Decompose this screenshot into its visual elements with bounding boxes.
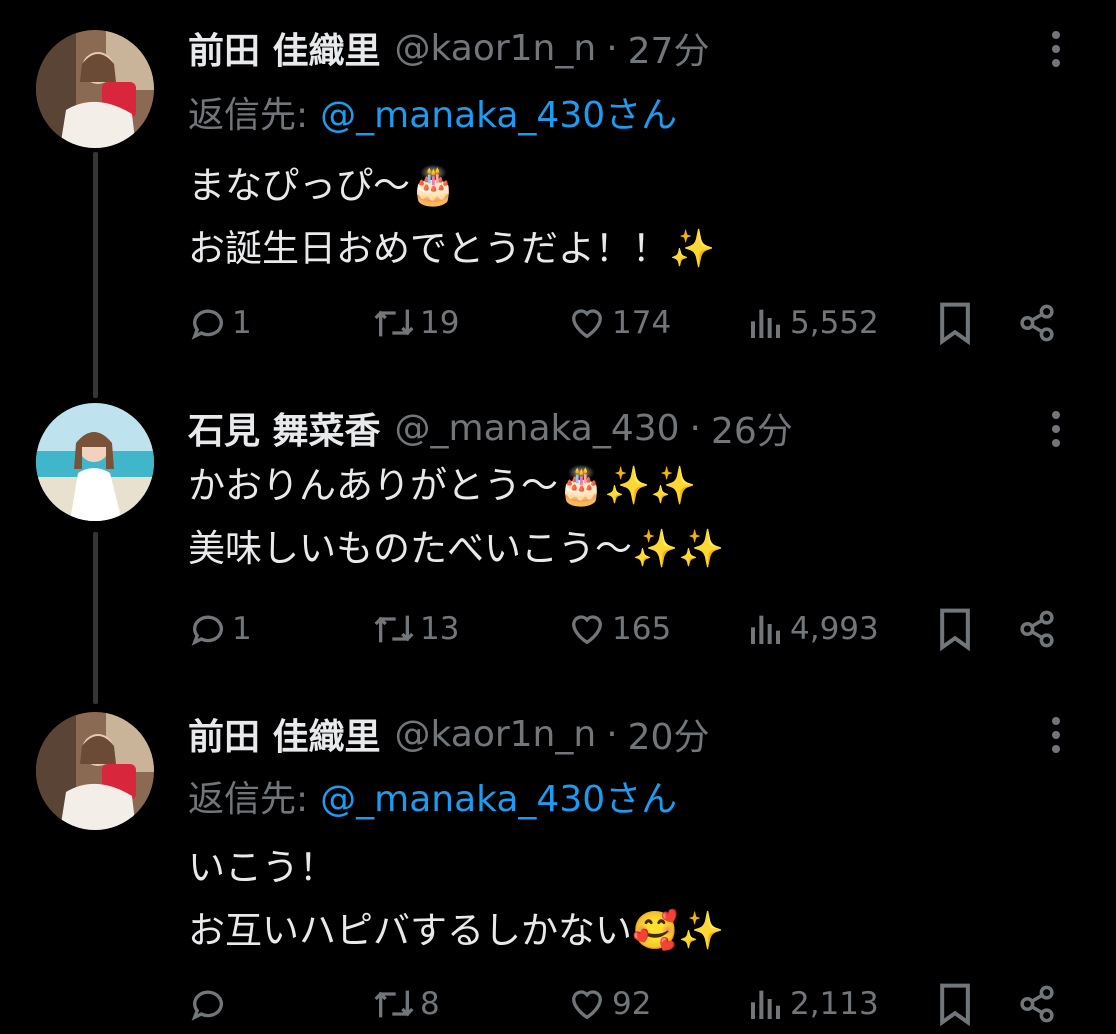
bookmark-button[interactable] <box>936 293 974 353</box>
share-button[interactable] <box>1016 974 1058 1034</box>
tweet[interactable]: 前田 佳織里 @kaor1n_n · 20分 返信先: @_manaka_430… <box>0 706 1116 1034</box>
tweet-text: かおりんありがとう〜🎂✨✨ 美味しいものたべいこう〜✨✨ <box>188 454 724 580</box>
retweet-icon <box>372 609 416 649</box>
retweet-button[interactable]: 8 <box>372 974 440 1034</box>
action-bar: 8 92 2,113 <box>188 974 1078 1034</box>
reply-button[interactable]: 1 <box>188 599 252 659</box>
reply-mention-link[interactable]: @_manaka_430さん <box>320 86 677 138</box>
separator: · <box>606 713 618 755</box>
separator: · <box>606 27 618 69</box>
retweet-count: 13 <box>420 611 460 647</box>
views-icon <box>746 609 786 649</box>
like-icon <box>566 984 608 1024</box>
reply-button[interactable] <box>188 974 232 1034</box>
reply-icon <box>188 609 228 649</box>
tweet-text-line: いこう！ <box>188 846 336 889</box>
reply-to: 返信先: @_manaka_430さん <box>188 84 677 140</box>
user-handle[interactable]: @_manaka_430 <box>395 408 680 449</box>
reply-icon <box>188 303 228 343</box>
reply-to-label: 返信先: <box>188 95 309 136</box>
views-count: 5,552 <box>790 305 879 341</box>
views-count: 4,993 <box>790 611 879 647</box>
tweet[interactable]: 前田 佳織里 @kaor1n_n · 27分 返信先: @_manaka_430… <box>0 20 1116 370</box>
reply-icon <box>188 984 228 1024</box>
retweet-button[interactable]: 13 <box>372 599 459 659</box>
tweet-header: 前田 佳織里 @kaor1n_n · 20分 <box>188 706 709 762</box>
reply-to: 返信先: @_manaka_430さん <box>188 768 677 824</box>
views-icon <box>746 984 786 1024</box>
tweet[interactable]: 石見 舞菜香 @_manaka_430 · 26分 かおりんありがとう〜🎂✨✨ … <box>0 400 1116 700</box>
bookmark-icon <box>936 982 974 1026</box>
tweet-header: 石見 舞菜香 @_manaka_430 · 26分 <box>188 400 793 456</box>
like-button[interactable]: 174 <box>566 293 671 353</box>
tweet-text-line: お誕生日おめでとうだよ！！✨ <box>188 227 716 270</box>
like-count: 174 <box>612 305 672 341</box>
user-handle[interactable]: @kaor1n_n <box>395 714 597 755</box>
tweet-text-line: まなぴっぴ〜🎂 <box>188 164 457 207</box>
avatar[interactable] <box>36 30 154 148</box>
retweet-icon <box>372 984 416 1024</box>
like-button[interactable]: 165 <box>566 599 671 659</box>
views-button[interactable]: 4,993 <box>746 599 879 659</box>
tweet-text: いこう！ お互いハピバするしかない🥰✨ <box>188 836 724 962</box>
timestamp[interactable]: 27分 <box>628 22 710 74</box>
share-button[interactable] <box>1016 293 1058 353</box>
tweet-text-line: かおりんありがとう〜🎂✨✨ <box>188 464 697 507</box>
reply-mention-link[interactable]: @_manaka_430さん <box>320 770 677 822</box>
tweet-text-line: 美味しいものたべいこう〜✨✨ <box>188 527 725 570</box>
timestamp[interactable]: 20分 <box>628 708 710 760</box>
display-name[interactable]: 前田 佳織里 <box>188 708 381 760</box>
like-count: 92 <box>612 986 652 1022</box>
timestamp[interactable]: 26分 <box>711 402 793 454</box>
avatar[interactable] <box>36 712 154 830</box>
bookmark-icon <box>936 301 974 345</box>
tweet-text: まなぴっぴ〜🎂 お誕生日おめでとうだよ！！✨ <box>188 154 715 280</box>
reply-count: 1 <box>232 611 252 647</box>
retweet-count: 8 <box>420 986 440 1022</box>
display-name[interactable]: 石見 舞菜香 <box>188 402 381 454</box>
share-icon <box>1016 302 1058 344</box>
share-button[interactable] <box>1016 599 1058 659</box>
like-icon <box>566 303 608 343</box>
views-button[interactable]: 2,113 <box>746 974 879 1034</box>
reply-button[interactable]: 1 <box>188 293 252 353</box>
like-count: 165 <box>612 611 672 647</box>
action-bar: 1 19 174 5,552 <box>188 293 1078 353</box>
views-count: 2,113 <box>790 986 879 1022</box>
retweet-count: 19 <box>420 305 460 341</box>
avatar[interactable] <box>36 403 154 521</box>
tweet-header: 前田 佳織里 @kaor1n_n · 27分 <box>188 20 709 76</box>
action-bar: 1 13 165 4,993 <box>188 599 1078 659</box>
bookmark-button[interactable] <box>936 974 974 1034</box>
like-button[interactable]: 92 <box>566 974 651 1034</box>
separator: · <box>689 407 701 449</box>
reply-count: 1 <box>232 305 252 341</box>
share-icon <box>1016 983 1058 1025</box>
share-icon <box>1016 608 1058 650</box>
more-icon[interactable] <box>1036 710 1076 760</box>
views-button[interactable]: 5,552 <box>746 293 879 353</box>
bookmark-button[interactable] <box>936 599 974 659</box>
like-icon <box>566 609 608 649</box>
reply-to-label: 返信先: <box>188 779 309 820</box>
display-name[interactable]: 前田 佳織里 <box>188 22 381 74</box>
retweet-button[interactable]: 19 <box>372 293 459 353</box>
bookmark-icon <box>936 607 974 651</box>
more-icon[interactable] <box>1036 24 1076 74</box>
more-icon[interactable] <box>1036 404 1076 454</box>
tweet-text-line: お互いハピバするしかない🥰✨ <box>188 909 725 952</box>
retweet-icon <box>372 303 416 343</box>
user-handle[interactable]: @kaor1n_n <box>395 28 597 69</box>
views-icon <box>746 303 786 343</box>
